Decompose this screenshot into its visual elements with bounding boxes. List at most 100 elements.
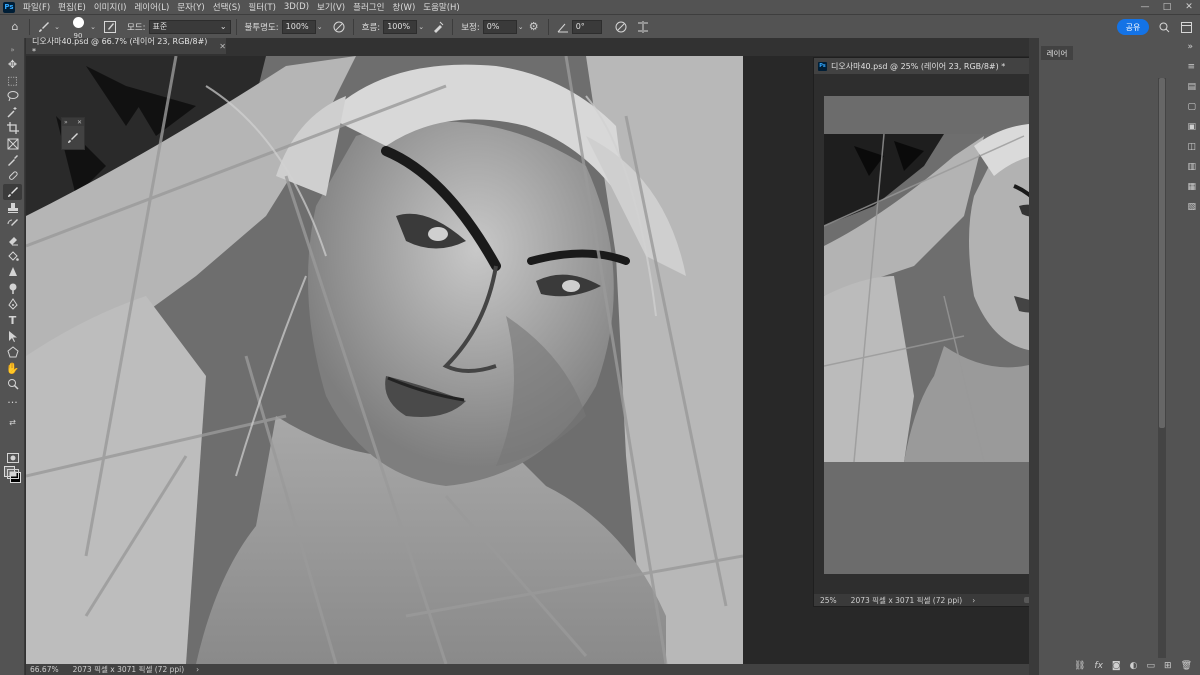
- opacity-field[interactable]: 100%: [281, 19, 316, 34]
- panel-icon[interactable]: ▣: [1187, 122, 1196, 132]
- airbrush-icon[interactable]: [429, 18, 447, 36]
- panel-icon[interactable]: ▥: [1187, 162, 1196, 172]
- menu-layer[interactable]: 레이어(L): [130, 1, 173, 13]
- path-select-icon[interactable]: [3, 328, 22, 344]
- chevron-down-icon[interactable]: ⌄: [517, 18, 525, 36]
- add-mask-icon[interactable]: ◙: [1112, 661, 1121, 671]
- eraser-icon[interactable]: [3, 232, 22, 248]
- document-canvas[interactable]: [26, 56, 743, 664]
- gear-icon[interactable]: ⚙: [525, 18, 543, 36]
- trash-icon[interactable]: 🗑: [1181, 661, 1192, 671]
- new-group-icon[interactable]: ▭: [1147, 661, 1156, 671]
- close-icon[interactable]: ✕: [77, 119, 82, 126]
- mini-brush-panel: » ✕: [61, 117, 85, 150]
- move-icon[interactable]: ✥: [3, 56, 22, 72]
- smoothing-field[interactable]: 0%: [482, 19, 517, 34]
- menu-file[interactable]: 파일(F): [19, 1, 54, 13]
- healing-icon[interactable]: [3, 168, 22, 184]
- panel-icon[interactable]: ▦: [1187, 182, 1196, 192]
- link-layers-icon[interactable]: ⛓: [1074, 661, 1085, 671]
- menu-select[interactable]: 선택(S): [209, 1, 245, 13]
- flow-field[interactable]: 100%: [383, 19, 418, 34]
- brush-settings-icon[interactable]: [62, 126, 84, 150]
- close-tab-icon[interactable]: ✕: [219, 42, 226, 51]
- brush-icon[interactable]: [3, 184, 22, 200]
- menu-view[interactable]: 보기(V): [313, 1, 349, 13]
- chevron-down-icon[interactable]: ⌄: [316, 18, 324, 36]
- workspace-icon[interactable]: [1177, 18, 1195, 36]
- chevron-down-icon[interactable]: ⌄: [89, 18, 97, 36]
- share-button[interactable]: 공유: [1117, 19, 1149, 35]
- options-bar: ⌂ ⌄ 90 ⌄ 모드: 표준 ⌄ 불투명도: 100% ⌄ 흐름: 100% …: [0, 14, 1200, 40]
- zoom-icon[interactable]: [3, 376, 22, 392]
- expand-panel-icon[interactable]: »: [64, 119, 68, 126]
- dodge-icon[interactable]: [3, 280, 22, 296]
- menu-3d[interactable]: 3D(D): [280, 2, 313, 12]
- chevron-right-icon[interactable]: ›: [196, 665, 199, 674]
- pressure-opacity-icon[interactable]: [330, 18, 348, 36]
- type-icon[interactable]: T: [3, 312, 22, 328]
- angle-field[interactable]: 0°: [571, 19, 602, 34]
- magic-wand-icon[interactable]: [3, 104, 22, 120]
- brush-size-picker[interactable]: 90: [67, 16, 89, 40]
- document-tab[interactable]: 디오사마40.psd @ 66.7% (레이어 23, RGB/8#) * ✕: [26, 37, 226, 56]
- pressure-size-icon[interactable]: [612, 18, 630, 36]
- layer-style-icon[interactable]: fx: [1094, 661, 1103, 671]
- menu-edit[interactable]: 편집(E): [54, 1, 90, 13]
- panel-icon[interactable]: ▧: [1187, 202, 1196, 212]
- marquee-icon[interactable]: ⬚: [3, 72, 22, 88]
- search-icon[interactable]: [1155, 18, 1173, 36]
- chevron-down-icon[interactable]: ⌄: [417, 18, 425, 36]
- document-dimensions: 2073 픽셀 x 3071 픽셀 (72 ppi): [72, 665, 185, 674]
- paint-bucket-icon[interactable]: [3, 248, 22, 264]
- mode-select[interactable]: 표준 ⌄: [148, 19, 231, 34]
- more-icon[interactable]: ···: [3, 394, 22, 410]
- chevron-down-icon[interactable]: ⌄: [53, 18, 61, 36]
- smoothing-label: 보정:: [461, 22, 480, 33]
- brush-tool-preset-icon[interactable]: [35, 18, 53, 36]
- floating-zoom-level[interactable]: 25%: [820, 596, 837, 605]
- swap-colors-icon[interactable]: ⇄: [3, 414, 22, 430]
- layers-tab[interactable]: 레이어: [1041, 46, 1073, 60]
- pen-icon[interactable]: [3, 296, 22, 312]
- close-button[interactable]: ✕: [1178, 0, 1200, 14]
- frame-icon[interactable]: [3, 136, 22, 152]
- angle-icon: [554, 18, 572, 36]
- maximize-button[interactable]: □: [1156, 0, 1178, 14]
- history-brush-icon[interactable]: [3, 216, 22, 232]
- panel-menu-icon[interactable]: ≡: [1187, 62, 1196, 72]
- minimize-button[interactable]: —: [1134, 0, 1156, 14]
- menu-help[interactable]: 도움말(H): [419, 1, 463, 13]
- collapse-panel-icon[interactable]: »: [1187, 42, 1196, 52]
- stamp-icon[interactable]: [3, 200, 22, 216]
- blur-icon[interactable]: [3, 264, 22, 280]
- menu-plugins[interactable]: 플러그인: [349, 1, 388, 13]
- eyedropper-icon[interactable]: [3, 152, 22, 168]
- brush-settings-icon[interactable]: [101, 18, 119, 36]
- panel-dock-strip: [1029, 38, 1039, 675]
- panel-icon[interactable]: ▤: [1187, 82, 1196, 92]
- scrollbar-thumb[interactable]: [1159, 78, 1165, 428]
- menu-window[interactable]: 창(W): [388, 1, 419, 13]
- new-layer-icon[interactable]: ⊞: [1164, 661, 1172, 671]
- menu-filter[interactable]: 필터(T): [244, 1, 279, 13]
- panel-icon[interactable]: ▢: [1187, 102, 1196, 112]
- layers-scrollbar[interactable]: [1158, 78, 1166, 658]
- symmetry-icon[interactable]: [634, 18, 652, 36]
- menu-image[interactable]: 이미지(I): [90, 1, 131, 13]
- screen-mode-icon[interactable]: [3, 466, 22, 482]
- home-icon[interactable]: ⌂: [6, 18, 24, 36]
- menu-bar: Ps 파일(F) 편집(E) 이미지(I) 레이어(L) 문자(Y) 선택(S)…: [0, 0, 1200, 14]
- zoom-level[interactable]: 66.67%: [30, 665, 59, 674]
- adjustment-layer-icon[interactable]: ◐: [1130, 661, 1138, 671]
- chevron-right-icon[interactable]: ›: [972, 596, 975, 605]
- smoothing-value: 0%: [486, 22, 500, 31]
- divider: [547, 18, 549, 35]
- crop-icon[interactable]: [3, 120, 22, 136]
- lasso-icon[interactable]: [3, 88, 22, 104]
- panel-icon[interactable]: ◫: [1187, 142, 1196, 152]
- quick-mask-icon[interactable]: [3, 450, 22, 466]
- shape-icon[interactable]: [3, 344, 22, 360]
- menu-type[interactable]: 문자(Y): [173, 1, 208, 13]
- hand-icon[interactable]: ✋: [3, 360, 22, 376]
